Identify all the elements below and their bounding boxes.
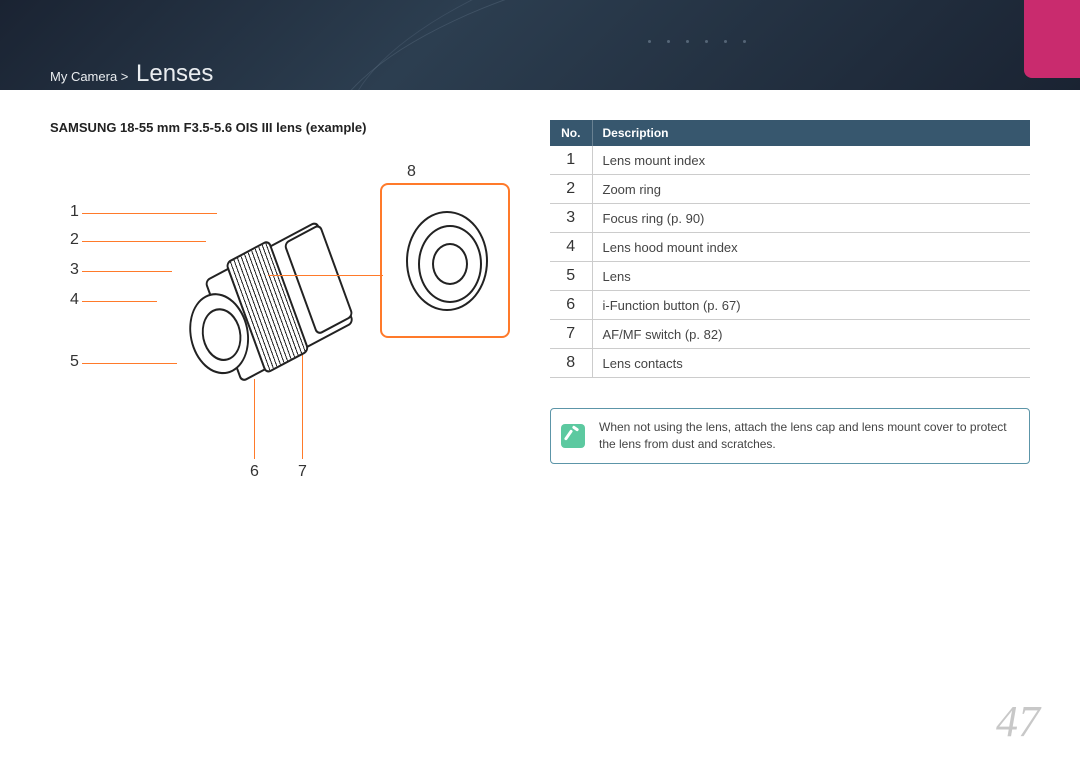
note-box: When not using the lens, attach the lens… [550, 408, 1030, 464]
breadcrumb: My Camera > Lenses [50, 60, 213, 88]
section-tab [1024, 0, 1080, 78]
lens-main-illustration [135, 193, 390, 448]
page-number: 47 [996, 696, 1040, 747]
parts-table: No. Description 1Lens mount index 2Zoom … [550, 120, 1030, 378]
table-header-row: No. Description [550, 120, 1030, 146]
header-band: My Camera > Lenses [0, 0, 1080, 90]
table-row: 6i-Function button (p. 67) [550, 291, 1030, 320]
table-row: 5Lens [550, 262, 1030, 291]
table-row: 4Lens hood mount index [550, 233, 1030, 262]
lens-rear-illustration [406, 211, 488, 311]
callout-6: 6 [250, 463, 259, 481]
table-row: 3Focus ring (p. 90) [550, 204, 1030, 233]
table-row: 1Lens mount index [550, 146, 1030, 175]
description-column: No. Description 1Lens mount index 2Zoom … [550, 120, 1030, 483]
table-row: 2Zoom ring [550, 175, 1030, 204]
pen-icon [551, 409, 595, 463]
header-desc: Description [592, 120, 1030, 146]
callout-5: 5 [70, 353, 79, 371]
callout-8: 8 [407, 163, 416, 181]
header-no: No. [550, 120, 592, 146]
callout-1: 1 [70, 203, 79, 221]
lens-rear-view-box [380, 183, 510, 338]
content-area: SAMSUNG 18-55 mm F3.5-5.6 OIS III lens (… [50, 120, 1030, 483]
callout-line [268, 275, 383, 276]
callout-7: 7 [298, 463, 307, 481]
lens-subtitle: SAMSUNG 18-55 mm F3.5-5.6 OIS III lens (… [50, 120, 510, 135]
decorative-dots [640, 30, 754, 48]
page-title: Lenses [136, 60, 213, 87]
callout-2: 2 [70, 231, 79, 249]
callout-4: 4 [70, 291, 79, 309]
table-row: 8Lens contacts [550, 349, 1030, 378]
callout-3: 3 [70, 261, 79, 279]
lens-diagram: 1 2 3 4 5 6 7 8 [50, 153, 510, 483]
note-text: When not using the lens, attach the lens… [595, 409, 1029, 463]
diagram-column: SAMSUNG 18-55 mm F3.5-5.6 OIS III lens (… [50, 120, 510, 483]
breadcrumb-path: My Camera > [50, 69, 128, 84]
table-row: 7AF/MF switch (p. 82) [550, 320, 1030, 349]
